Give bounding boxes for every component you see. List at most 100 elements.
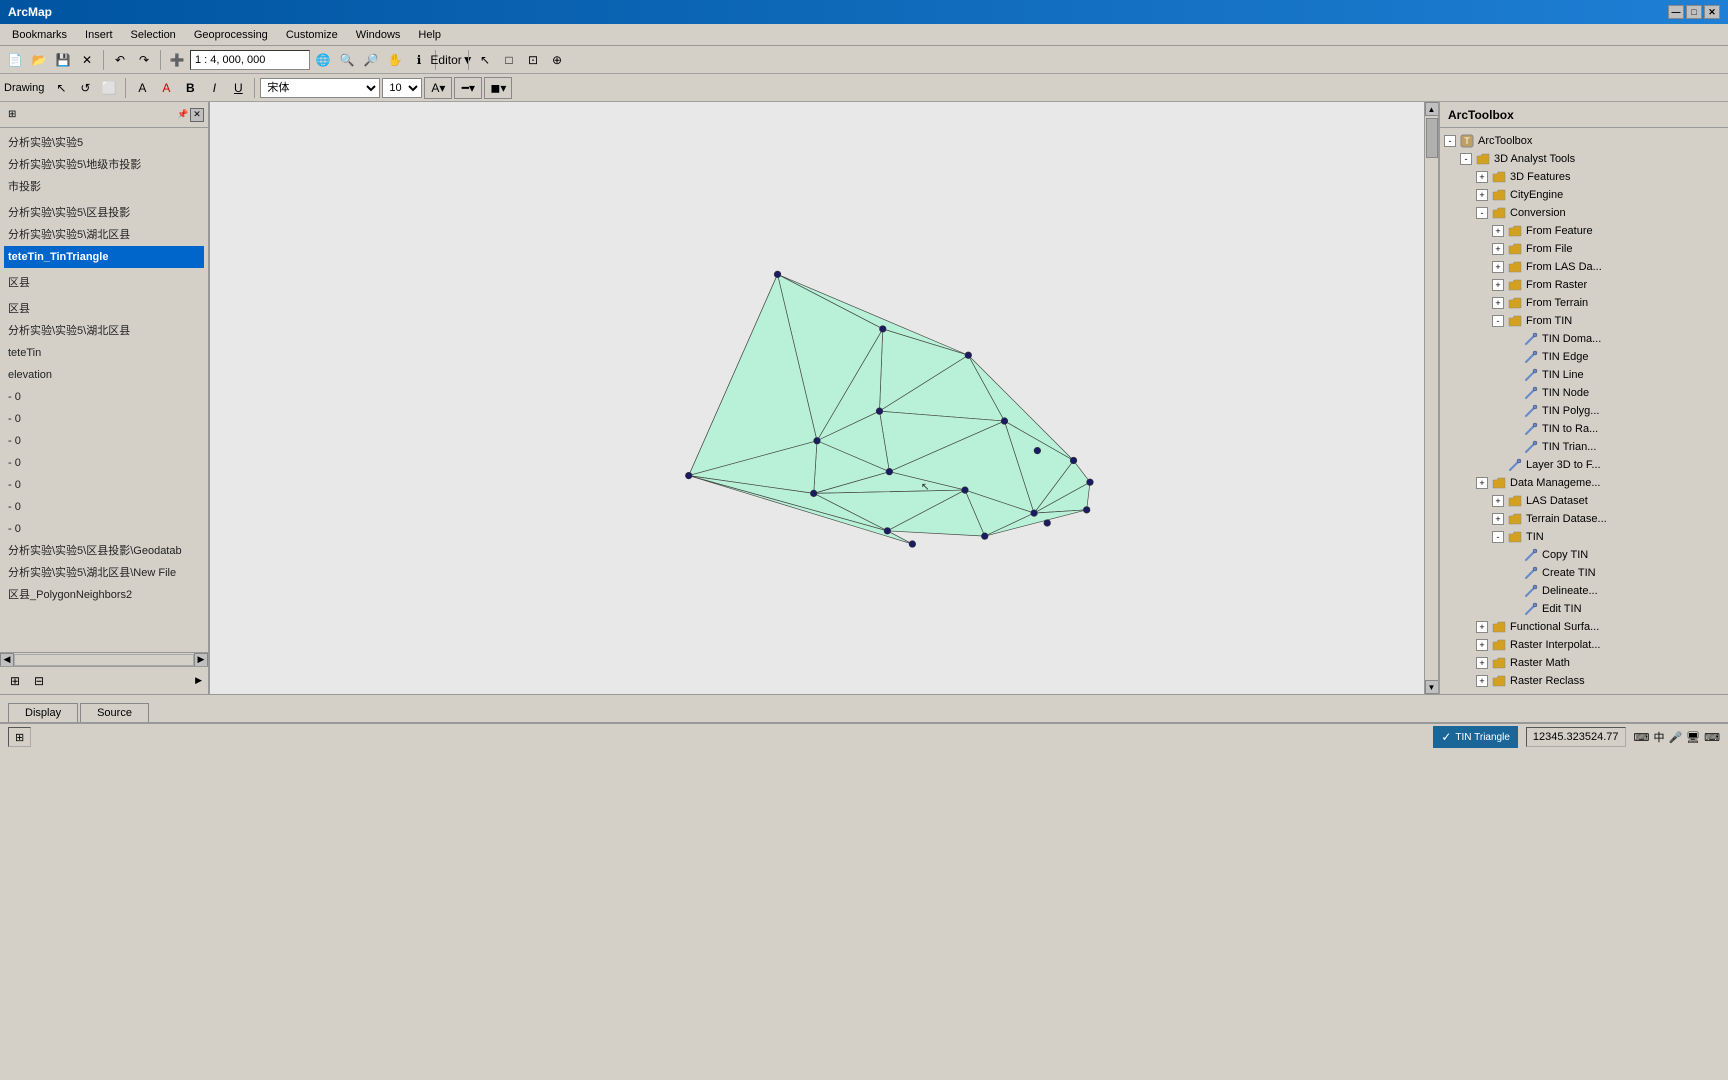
- panel-close-button[interactable]: ✕: [190, 108, 204, 122]
- tree-expand-t4[interactable]: -: [1476, 207, 1488, 219]
- bold-button[interactable]: B: [179, 77, 201, 99]
- tree-item-t30[interactable]: +Raster Reclass: [1444, 672, 1724, 690]
- drawing-select-button[interactable]: ⬜: [98, 77, 120, 99]
- menu-help[interactable]: Help: [410, 27, 449, 43]
- line-color-button[interactable]: ━▾: [454, 77, 482, 99]
- tab-display[interactable]: Display: [8, 703, 78, 722]
- underline-button[interactable]: U: [227, 77, 249, 99]
- save-button[interactable]: 💾: [52, 49, 74, 71]
- zoom-in-button[interactable]: 🔍: [336, 49, 358, 71]
- tree-item-t15[interactable]: TIN Polyg...: [1444, 402, 1724, 420]
- scroll-thumb[interactable]: [1426, 118, 1438, 158]
- tree-item-t7[interactable]: +From LAS Da...: [1444, 258, 1724, 276]
- tree-item-t20[interactable]: +LAS Dataset: [1444, 492, 1724, 510]
- tree-item-t18[interactable]: Layer 3D to F...: [1444, 456, 1724, 474]
- collapse-all-button[interactable]: ⊟: [28, 670, 50, 692]
- layer-item-l24[interactable]: 区县_PolygonNeighbors2: [4, 584, 204, 606]
- tree-expand-t19[interactable]: +: [1476, 477, 1488, 489]
- tree-expand-t5[interactable]: +: [1492, 225, 1504, 237]
- layer-item-l17[interactable]: - 0: [4, 430, 204, 452]
- open-button[interactable]: 📂: [28, 49, 50, 71]
- tree-expand-t28[interactable]: +: [1476, 639, 1488, 651]
- tree-item-t28[interactable]: +Raster Interpolat...: [1444, 636, 1724, 654]
- layer-item-l12[interactable]: 分析实验\实验5\湖北区县: [4, 320, 204, 342]
- fill-color-button[interactable]: A▾: [424, 77, 452, 99]
- maximize-button[interactable]: □: [1686, 5, 1702, 19]
- tree-item-t4[interactable]: -Conversion: [1444, 204, 1724, 222]
- tree-item-t1[interactable]: -3D Analyst Tools: [1444, 150, 1724, 168]
- tree-item-t22[interactable]: -TIN: [1444, 528, 1724, 546]
- tree-item-t16[interactable]: TIN to Ra...: [1444, 420, 1724, 438]
- font-family-select[interactable]: 宋体: [260, 78, 380, 98]
- tree-item-t12[interactable]: TIN Edge: [1444, 348, 1724, 366]
- tree-item-t19[interactable]: +Data Manageme...: [1444, 474, 1724, 492]
- drawing-rotate-button[interactable]: ↺: [74, 77, 96, 99]
- layer-item-l20[interactable]: - 0: [4, 496, 204, 518]
- italic-button[interactable]: I: [203, 77, 225, 99]
- editor-button[interactable]: Editor▼: [441, 49, 463, 71]
- tree-item-t11[interactable]: TIN Doma...: [1444, 330, 1724, 348]
- scroll-up-button[interactable]: ▲: [1425, 102, 1439, 116]
- tree-expand-t27[interactable]: +: [1476, 621, 1488, 633]
- tree-item-t24[interactable]: Create TIN: [1444, 564, 1724, 582]
- left-panel-scrollbar[interactable]: ◀ ▶: [0, 652, 208, 666]
- layer-item-l22[interactable]: 分析实验\实验5\区县投影\Geodatab: [4, 540, 204, 562]
- panel-resize-button[interactable]: ▶: [193, 673, 204, 688]
- map-area[interactable]: ↖: [210, 102, 1424, 694]
- layer-item-l2[interactable]: 分析实验\实验5\地级市投影: [4, 154, 204, 176]
- tree-item-t0[interactable]: -TArcToolbox: [1444, 132, 1724, 150]
- close-map-button[interactable]: ✕: [76, 49, 98, 71]
- layer-item-l14[interactable]: elevation: [4, 364, 204, 386]
- tree-expand-t8[interactable]: +: [1492, 279, 1504, 291]
- text-format-button[interactable]: A: [131, 77, 153, 99]
- map-vertical-scrollbar[interactable]: ▲ ▼: [1424, 102, 1438, 694]
- tree-item-t13[interactable]: TIN Line: [1444, 366, 1724, 384]
- layer-item-l21[interactable]: - 0: [4, 518, 204, 540]
- layer-item-l15[interactable]: - 0: [4, 386, 204, 408]
- tree-expand-t0[interactable]: -: [1444, 135, 1456, 147]
- scroll-down-button[interactable]: ▼: [1425, 680, 1439, 694]
- layer-item-l9[interactable]: 区县: [4, 272, 204, 294]
- menu-windows[interactable]: Windows: [348, 27, 409, 43]
- tree-expand-t21[interactable]: +: [1492, 513, 1504, 525]
- zoom-out-button[interactable]: 🔎: [360, 49, 382, 71]
- tree-item-t14[interactable]: TIN Node: [1444, 384, 1724, 402]
- layer-item-l19[interactable]: - 0: [4, 474, 204, 496]
- tree-item-t26[interactable]: Edit TIN: [1444, 600, 1724, 618]
- tab-source[interactable]: Source: [80, 703, 149, 722]
- tree-expand-t20[interactable]: +: [1492, 495, 1504, 507]
- layer-item-l5[interactable]: 分析实验\实验5\区县投影: [4, 202, 204, 224]
- tree-item-t10[interactable]: -From TIN: [1444, 312, 1724, 330]
- menu-bookmarks[interactable]: Bookmarks: [4, 27, 75, 43]
- tree-item-t27[interactable]: +Functional Surfa...: [1444, 618, 1724, 636]
- tree-expand-t29[interactable]: +: [1476, 657, 1488, 669]
- select-button[interactable]: ↖: [474, 49, 496, 71]
- tree-item-t21[interactable]: +Terrain Datase...: [1444, 510, 1724, 528]
- tree-item-t3[interactable]: +CityEngine: [1444, 186, 1724, 204]
- tree-expand-t2[interactable]: +: [1476, 171, 1488, 183]
- layer-item-l3[interactable]: 市投影: [4, 176, 204, 198]
- layer-item-l1[interactable]: 分析实验\实验5: [4, 132, 204, 154]
- panel-pin-button[interactable]: 📌: [176, 108, 190, 122]
- tree-expand-t3[interactable]: +: [1476, 189, 1488, 201]
- drawing-arrow-button[interactable]: ↖: [50, 77, 72, 99]
- tree-item-t23[interactable]: Copy TIN: [1444, 546, 1724, 564]
- tree-item-t8[interactable]: +From Raster: [1444, 276, 1724, 294]
- new-button[interactable]: 📄: [4, 49, 26, 71]
- close-button[interactable]: ✕: [1704, 5, 1720, 19]
- tree-expand-t30[interactable]: +: [1476, 675, 1488, 687]
- tree-item-t29[interactable]: +Raster Math: [1444, 654, 1724, 672]
- shadow-button[interactable]: ◼▾: [484, 77, 512, 99]
- tree-item-t6[interactable]: +From File: [1444, 240, 1724, 258]
- tree-expand-t9[interactable]: +: [1492, 297, 1504, 309]
- scale-input[interactable]: 1 : 4, 000, 000: [190, 50, 310, 70]
- tree-item-t5[interactable]: +From Feature: [1444, 222, 1724, 240]
- add-data-button[interactable]: ➕: [166, 49, 188, 71]
- tree-item-t25[interactable]: Delineate...: [1444, 582, 1724, 600]
- select-by-location-button[interactable]: ⊕: [546, 49, 568, 71]
- menu-geoprocessing[interactable]: Geoprocessing: [186, 27, 276, 43]
- tree-expand-t6[interactable]: +: [1492, 243, 1504, 255]
- layer-item-l11[interactable]: 区县: [4, 298, 204, 320]
- tree-item-t9[interactable]: +From Terrain: [1444, 294, 1724, 312]
- layer-item-l6[interactable]: 分析实验\实验5\湖北区县: [4, 224, 204, 246]
